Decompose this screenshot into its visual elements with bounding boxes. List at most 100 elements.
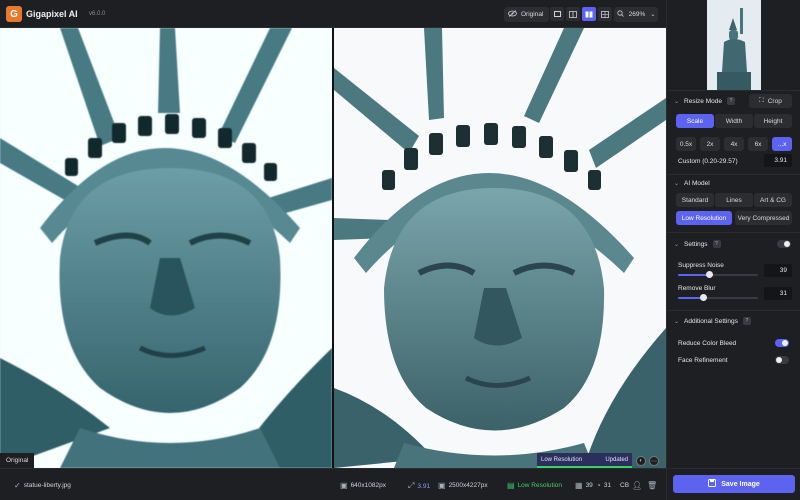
noise-value: 39 [585, 482, 593, 489]
slider-handle[interactable] [699, 294, 707, 301]
model-info: ▤ Low Resolution [507, 481, 562, 490]
enhanced-statue-image [334, 28, 666, 468]
output-size-info: ▣ 2500x4227px [438, 481, 488, 490]
zoom-control[interactable]: 269% ⌄ [614, 7, 658, 22]
single-view-icon [553, 11, 561, 17]
person-icon: 👤︎ [632, 481, 643, 490]
save-image-button[interactable]: Save Image [673, 475, 795, 493]
suppress-noise-input[interactable]: 39 [764, 264, 792, 277]
save-icon [708, 479, 717, 489]
ai-model-status-badge: Low Resolution Updated [537, 453, 632, 468]
input-size-info: ▣ 640x1082px [340, 481, 386, 490]
resize-mode-title: Resize Mode [684, 97, 722, 105]
enhanced-image-pane[interactable]: Low Resolution Updated ◐ ⋯ [334, 28, 666, 468]
suppress-noise-slider[interactable] [678, 271, 758, 278]
format-value: CB [620, 482, 630, 489]
zoom-value: 269% [628, 11, 646, 18]
original-label: Original [0, 453, 35, 468]
top-bar: G Gigapixel AI v6.0.0 Original 269% ⌄ [0, 0, 666, 28]
chevron-down-icon: ⌄ [674, 181, 680, 187]
remove-blur-slider[interactable] [678, 294, 758, 301]
file-name: statue-liberty.jpg [23, 482, 71, 489]
noise-icon: ▦ [575, 481, 583, 490]
scale-4x-button[interactable]: 4x [724, 137, 744, 151]
settings-header[interactable]: ⌄ Settings ? [674, 240, 721, 248]
crop-icon: ⛶ [759, 97, 764, 104]
custom-scale-label: Custom (0.20-29.57) [678, 158, 738, 165]
scale-0-5x-button[interactable]: 0.5x [676, 137, 696, 151]
split-view-icon [569, 10, 577, 18]
slider-handle[interactable] [706, 271, 714, 278]
more-options-icon[interactable]: ⋯ [649, 456, 659, 466]
ai-model-title: AI Model [684, 180, 710, 187]
custom-scale-input[interactable]: 3.91 [764, 154, 792, 167]
face-refinement-toggle[interactable] [775, 356, 789, 364]
noise-info: ▦ 39 [575, 481, 593, 490]
show-original-button[interactable]: Original [504, 7, 550, 22]
slider-fill [678, 274, 710, 276]
model-low-resolution-button[interactable]: Low Resolution [676, 211, 732, 225]
grid-view-button[interactable] [598, 7, 612, 21]
file-item[interactable]: ✓ statue-liberty.jpg [14, 481, 71, 490]
tab-height[interactable]: Height [754, 114, 792, 128]
scale-info: ⤢ 3.91 [408, 481, 430, 491]
app-version: v6.0.0 [89, 11, 106, 17]
help-icon[interactable]: ? [726, 97, 735, 105]
scale-6x-button[interactable]: 6x [748, 137, 768, 151]
resize-mode-header[interactable]: ⌄ Resize Mode ? [674, 97, 735, 105]
tab-scale[interactable]: Scale [676, 114, 714, 128]
chevron-down-icon: ⌄ [674, 241, 680, 248]
model-standard-button[interactable]: Standard [676, 193, 714, 207]
format-info: CB 👤︎ [620, 481, 642, 490]
delete-file-button[interactable]: 🗑︎ [647, 481, 657, 490]
model-very-compressed-button[interactable]: Very Compressed [735, 211, 792, 225]
scale-custom-button[interactable]: ...x [772, 137, 792, 151]
trash-icon: 🗑︎ [647, 481, 658, 490]
additional-settings-header[interactable]: ⌄ Additional Settings ? [674, 317, 751, 325]
help-icon[interactable]: ? [742, 317, 751, 325]
reduce-color-bleed-label: Reduce Color Bleed [678, 340, 737, 347]
check-icon: ✓ [14, 481, 21, 490]
eye-slash-icon [508, 10, 517, 19]
original-statue-image [0, 28, 332, 468]
navigator-thumbnail[interactable] [707, 0, 761, 90]
scale-2x-button[interactable]: 2x [700, 137, 720, 151]
model-icon: ▤ [507, 481, 515, 490]
tab-width[interactable]: Width [715, 114, 753, 128]
reduce-color-bleed-toggle[interactable] [775, 339, 789, 347]
image-viewer[interactable]: Original Low Resolution Updated ◐ ⋯ [0, 28, 666, 468]
original-image-pane[interactable]: Original [0, 28, 332, 468]
model-badge-label: Low Resolution [541, 456, 583, 463]
suppress-noise-label: Suppress Noise [678, 262, 724, 269]
save-image-label: Save Image [721, 480, 760, 488]
zoom-icon [616, 10, 624, 19]
app-logo: G [6, 6, 22, 22]
model-art-cg-button[interactable]: Art & CG [754, 193, 792, 207]
show-original-label: Original [521, 11, 544, 18]
bottom-status-bar: ✓ statue-liberty.jpg ▣ 640x1082px ⤢ 3.91… [0, 468, 666, 500]
image-icon: ▣ [340, 481, 348, 490]
chevron-down-icon: ⌄ [650, 12, 656, 18]
chevron-down-icon: ⌄ [674, 318, 680, 325]
model-name: Low Resolution [517, 482, 563, 489]
remove-blur-input[interactable]: 31 [764, 287, 792, 300]
grid-view-icon [601, 10, 609, 18]
help-icon[interactable]: ? [712, 240, 721, 248]
thumbnail-image [707, 0, 761, 90]
crop-button[interactable]: ⛶ Crop [749, 94, 792, 108]
single-view-button[interactable] [550, 7, 564, 21]
divider [667, 232, 800, 233]
additional-settings-title: Additional Settings [684, 317, 738, 325]
input-size: 640x1082px [350, 482, 386, 489]
model-lines-button[interactable]: Lines [715, 193, 753, 207]
settings-sidebar: ⌄ Resize Mode ? ⛶ Crop Scale Width Heigh… [666, 0, 800, 500]
chevron-down-icon: ⌄ [674, 98, 680, 105]
compare-toggle-icon[interactable]: ◐ [636, 456, 646, 466]
settings-auto-toggle[interactable] [777, 240, 791, 248]
ai-model-header[interactable]: ⌄ AI Model [674, 180, 710, 187]
side-by-side-view-button[interactable] [582, 7, 596, 21]
split-view-button[interactable] [566, 7, 580, 21]
settings-title: Settings [684, 240, 708, 248]
expand-icon: ⤢ [408, 481, 415, 490]
remove-blur-label: Remove Blur [678, 285, 716, 292]
